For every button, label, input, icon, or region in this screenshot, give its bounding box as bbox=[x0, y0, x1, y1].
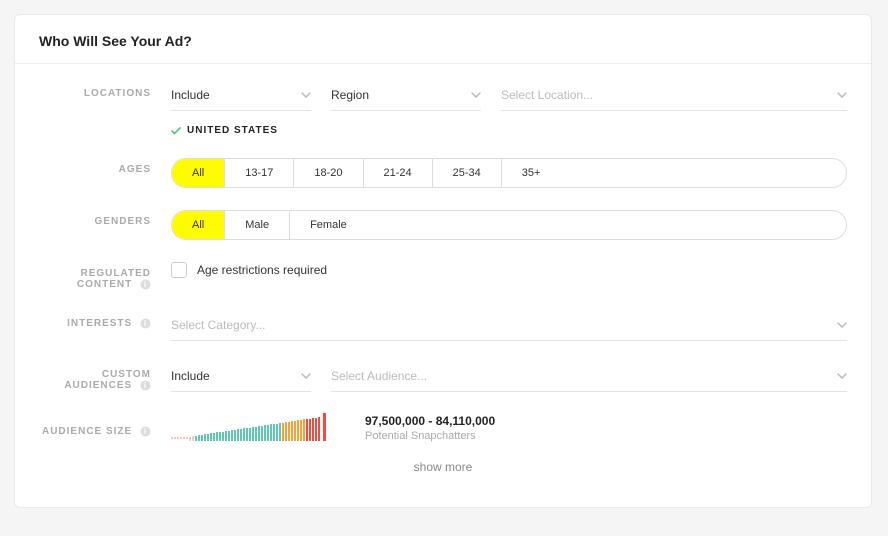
custom-audiences-row: CUSTOM AUDIENCES i Include Select Audien… bbox=[39, 363, 847, 392]
genders-pill-group: All Male Female bbox=[171, 210, 847, 240]
chevron-down-icon bbox=[301, 92, 311, 98]
regulated-label: REGULATED CONTENT i bbox=[39, 262, 151, 290]
age-pill-25-34[interactable]: 25-34 bbox=[433, 159, 502, 187]
info-icon[interactable]: i bbox=[140, 426, 151, 437]
custom-audiences-label-text: CUSTOM AUDIENCES bbox=[64, 369, 151, 391]
age-pill-18-20[interactable]: 18-20 bbox=[294, 159, 363, 187]
locations-mode-select[interactable]: Include bbox=[171, 82, 311, 111]
interests-label-text: INTERESTS bbox=[67, 318, 132, 329]
gender-pill-female[interactable]: Female bbox=[290, 211, 367, 239]
audience-size-label: AUDIENCE SIZE i bbox=[39, 420, 151, 437]
svg-text:i: i bbox=[144, 319, 147, 328]
svg-text:i: i bbox=[144, 381, 147, 390]
locations-mode-value: Include bbox=[171, 88, 210, 102]
locations-search-select[interactable]: Select Location... bbox=[501, 82, 847, 111]
custom-audiences-mode-select[interactable]: Include bbox=[171, 363, 311, 392]
genders-row: GENDERS All Male Female bbox=[39, 210, 847, 240]
audience-size-range: 97,500,000 - 84,110,000 bbox=[365, 414, 495, 428]
info-icon[interactable]: i bbox=[140, 318, 151, 329]
card-content: LOCATIONS Include Region Select Location… bbox=[15, 64, 871, 474]
age-pill-35plus[interactable]: 35+ bbox=[502, 159, 561, 187]
age-pill-all[interactable]: All bbox=[172, 159, 225, 187]
check-icon bbox=[171, 127, 181, 135]
custom-audiences-label: CUSTOM AUDIENCES i bbox=[39, 363, 151, 391]
card-title: Who Will See Your Ad? bbox=[15, 15, 871, 64]
audience-size-meter bbox=[171, 415, 331, 441]
gender-pill-male[interactable]: Male bbox=[225, 211, 290, 239]
show-more-link[interactable]: show more bbox=[39, 460, 847, 474]
info-icon[interactable]: i bbox=[140, 279, 151, 290]
chevron-down-icon bbox=[301, 373, 311, 379]
chevron-down-icon bbox=[837, 373, 847, 379]
ad-targeting-card: Who Will See Your Ad? LOCATIONS Include … bbox=[14, 14, 872, 508]
custom-audiences-placeholder: Select Audience... bbox=[331, 369, 427, 383]
ages-row: AGES All 13-17 18-20 21-24 25-34 35+ bbox=[39, 158, 847, 188]
locations-scope-value: Region bbox=[331, 88, 369, 102]
chevron-down-icon bbox=[471, 92, 481, 98]
ages-label: AGES bbox=[39, 158, 151, 175]
gender-pill-all[interactable]: All bbox=[172, 211, 225, 239]
custom-audiences-mode-value: Include bbox=[171, 369, 210, 383]
svg-text:i: i bbox=[144, 280, 147, 289]
audience-size-sub: Potential Snapchatters bbox=[365, 430, 495, 442]
age-pill-21-24[interactable]: 21-24 bbox=[364, 159, 433, 187]
locations-selected-label: UNITED STATES bbox=[187, 125, 278, 136]
audience-size-row: AUDIENCE SIZE i 97,500,000 - 84,110,000 … bbox=[39, 414, 847, 442]
interests-select[interactable]: Select Category... bbox=[171, 312, 847, 341]
info-icon[interactable]: i bbox=[140, 380, 151, 391]
interests-row: INTERESTS i Select Category... bbox=[39, 312, 847, 341]
chevron-down-icon bbox=[837, 322, 847, 328]
locations-selected-chip[interactable]: UNITED STATES bbox=[171, 125, 847, 136]
audience-size-label-text: AUDIENCE SIZE bbox=[42, 426, 132, 437]
locations-scope-select[interactable]: Region bbox=[331, 82, 481, 111]
age-restrictions-checkbox[interactable] bbox=[171, 262, 187, 278]
interests-label: INTERESTS i bbox=[39, 312, 151, 329]
svg-text:i: i bbox=[144, 427, 147, 436]
genders-label: GENDERS bbox=[39, 210, 151, 227]
regulated-row: REGULATED CONTENT i Age restrictions req… bbox=[39, 262, 847, 290]
chevron-down-icon bbox=[837, 92, 847, 98]
locations-row: LOCATIONS Include Region Select Location… bbox=[39, 82, 847, 136]
interests-placeholder: Select Category... bbox=[171, 318, 266, 332]
ages-pill-group: All 13-17 18-20 21-24 25-34 35+ bbox=[171, 158, 847, 188]
age-restrictions-label: Age restrictions required bbox=[197, 263, 327, 277]
custom-audiences-select[interactable]: Select Audience... bbox=[331, 363, 847, 392]
locations-label: LOCATIONS bbox=[39, 82, 151, 99]
locations-search-placeholder: Select Location... bbox=[501, 88, 593, 102]
age-pill-13-17[interactable]: 13-17 bbox=[225, 159, 294, 187]
